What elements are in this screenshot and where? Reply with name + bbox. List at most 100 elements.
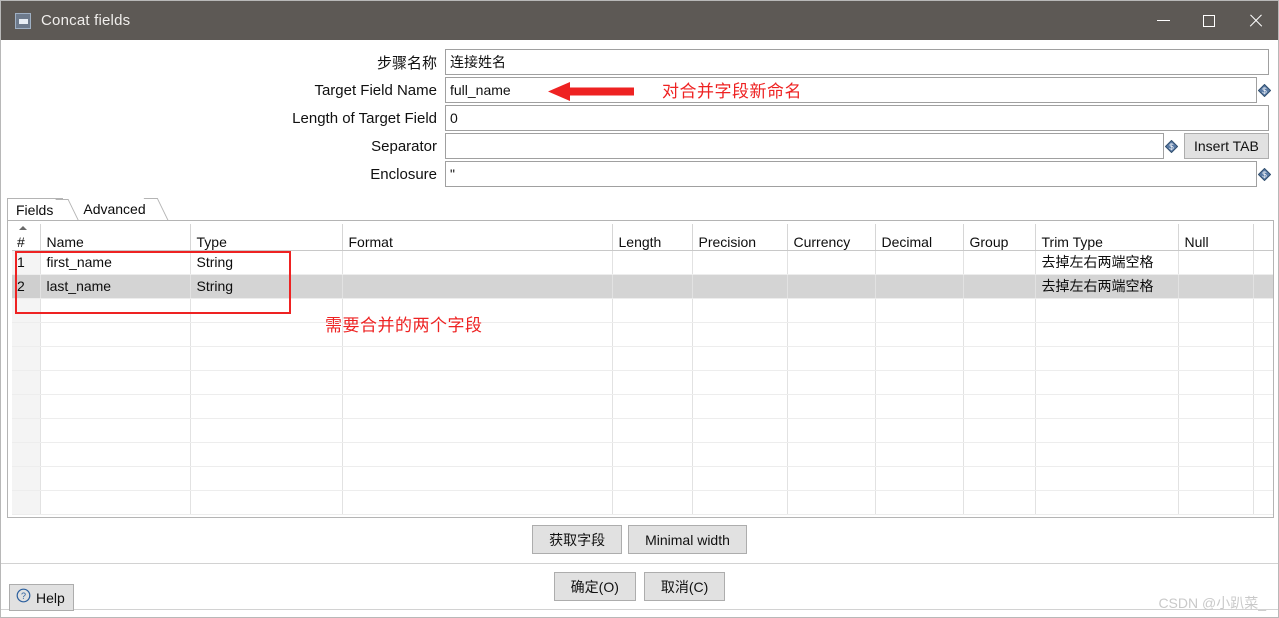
- label-separator: Separator: [371, 137, 437, 155]
- col-header-null[interactable]: Null: [1178, 224, 1254, 251]
- table-row-empty[interactable]: [12, 322, 1273, 347]
- tab-advanced-label: Advanced: [83, 201, 146, 217]
- close-icon: [1248, 14, 1262, 28]
- input-target-field-name[interactable]: full_name: [445, 77, 1257, 103]
- table-row-empty[interactable]: [12, 346, 1273, 371]
- variable-diamond-icon[interactable]: $: [1258, 83, 1271, 97]
- cell-length[interactable]: [612, 250, 693, 275]
- table-row-empty[interactable]: [12, 370, 1273, 395]
- input-enclosure[interactable]: ": [445, 161, 1257, 187]
- col-header-length[interactable]: Length: [612, 224, 693, 251]
- cell-empty: [692, 322, 788, 347]
- table-row-empty[interactable]: [12, 394, 1273, 419]
- col-header-decimal[interactable]: Decimal: [875, 224, 964, 251]
- annotation-fields-note: 需要合并的两个字段: [325, 316, 483, 335]
- cell-empty: [40, 370, 191, 395]
- cell-length[interactable]: [612, 274, 693, 299]
- cell-empty: [1178, 370, 1254, 395]
- cell-empty: [963, 442, 1036, 467]
- cell-type[interactable]: String: [190, 250, 343, 275]
- col-header-name[interactable]: Name: [40, 224, 191, 251]
- input-separator[interactable]: [445, 133, 1164, 159]
- tab-strip: Fields Advanced: [7, 198, 1274, 220]
- cell-empty: [692, 442, 788, 467]
- svg-text:$: $: [1262, 86, 1267, 95]
- cell-empty: [40, 490, 191, 515]
- table-row-empty[interactable]: [12, 466, 1273, 491]
- table-row[interactable]: 2 last_name String 去掉左右两端空格: [12, 274, 1273, 299]
- cell-empty: [692, 490, 788, 515]
- cell-empty: [963, 322, 1036, 347]
- cell-decimal[interactable]: [875, 274, 964, 299]
- cell-empty: [1178, 418, 1254, 443]
- cell-empty: [1035, 322, 1179, 347]
- input-length-of-target-field[interactable]: 0: [445, 105, 1269, 131]
- table-row-empty[interactable]: [12, 490, 1273, 515]
- col-header-trim-type[interactable]: Trim Type: [1035, 224, 1179, 251]
- cell-empty: [12, 346, 41, 371]
- variable-diamond-icon[interactable]: $: [1258, 167, 1271, 181]
- minimize-button[interactable]: [1140, 1, 1186, 40]
- cell-empty: [12, 322, 41, 347]
- cell-null[interactable]: [1178, 274, 1254, 299]
- col-header-precision[interactable]: Precision: [692, 224, 788, 251]
- window-controls: [1140, 1, 1278, 40]
- minimize-icon: [1156, 20, 1170, 21]
- cell-trim-type[interactable]: 去掉左右两端空格: [1035, 250, 1179, 275]
- field-row-enclosure: Enclosure " $: [1, 160, 1278, 188]
- maximize-button[interactable]: [1186, 1, 1232, 40]
- get-fields-button[interactable]: 获取字段: [532, 525, 623, 554]
- cell-precision[interactable]: [692, 250, 788, 275]
- col-header-group[interactable]: Group: [963, 224, 1036, 251]
- insert-tab-button[interactable]: Insert TAB: [1184, 133, 1269, 159]
- cell-empty: [787, 346, 876, 371]
- col-header-index[interactable]: #: [12, 224, 41, 251]
- help-button[interactable]: ? Help: [9, 584, 74, 611]
- cell-decimal[interactable]: [875, 250, 964, 275]
- cell-empty: [190, 466, 343, 491]
- cell-format[interactable]: [342, 274, 613, 299]
- table-empty-rows: [12, 298, 1273, 515]
- input-step-name[interactable]: 连接姓名: [445, 49, 1269, 75]
- tab-strip-filler: [163, 198, 1274, 220]
- cell-name[interactable]: first_name: [40, 250, 191, 275]
- close-button[interactable]: [1232, 1, 1278, 40]
- variable-diamond-icon[interactable]: $: [1165, 139, 1178, 153]
- table-row-empty[interactable]: [12, 298, 1273, 323]
- table-row-empty[interactable]: [12, 442, 1273, 467]
- cell-currency[interactable]: [787, 250, 876, 275]
- sort-ascending-icon: [19, 226, 27, 230]
- cancel-button[interactable]: 取消(C): [643, 572, 726, 601]
- cell-empty: [1178, 466, 1254, 491]
- tab-fields[interactable]: Fields: [7, 198, 64, 220]
- cell-trim-type[interactable]: 去掉左右两端空格: [1035, 274, 1179, 299]
- col-header-format[interactable]: Format: [342, 224, 613, 251]
- cell-index: 1: [12, 250, 41, 275]
- cell-empty: [1253, 466, 1273, 491]
- col-header-currency[interactable]: Currency: [787, 224, 876, 251]
- cell-null[interactable]: [1178, 250, 1254, 275]
- cell-empty: [40, 298, 191, 323]
- cell-currency[interactable]: [787, 274, 876, 299]
- col-header-type[interactable]: Type: [190, 224, 343, 251]
- cell-precision[interactable]: [692, 274, 788, 299]
- table-row[interactable]: 1 first_name String 去掉左右两端空格: [12, 250, 1273, 275]
- maximize-icon: [1203, 14, 1215, 27]
- cell-name[interactable]: last_name: [40, 274, 191, 299]
- cell-empty: [1035, 418, 1179, 443]
- cell-empty: [190, 490, 343, 515]
- cell-empty: [875, 394, 964, 419]
- cell-group[interactable]: [963, 274, 1036, 299]
- cell-empty: [875, 298, 964, 323]
- cell-group[interactable]: [963, 250, 1036, 275]
- cell-type[interactable]: String: [190, 274, 343, 299]
- cell-empty: [190, 442, 343, 467]
- fields-table-container[interactable]: # Name Type Format Length Precision Curr…: [7, 220, 1274, 518]
- cell-empty: [875, 370, 964, 395]
- cell-format[interactable]: [342, 250, 613, 275]
- table-row-empty[interactable]: [12, 418, 1273, 443]
- tab-advanced[interactable]: Advanced: [75, 198, 149, 220]
- cell-empty: [190, 346, 343, 371]
- minimal-width-button[interactable]: Minimal width: [628, 525, 747, 554]
- ok-button[interactable]: 确定(O): [553, 572, 636, 601]
